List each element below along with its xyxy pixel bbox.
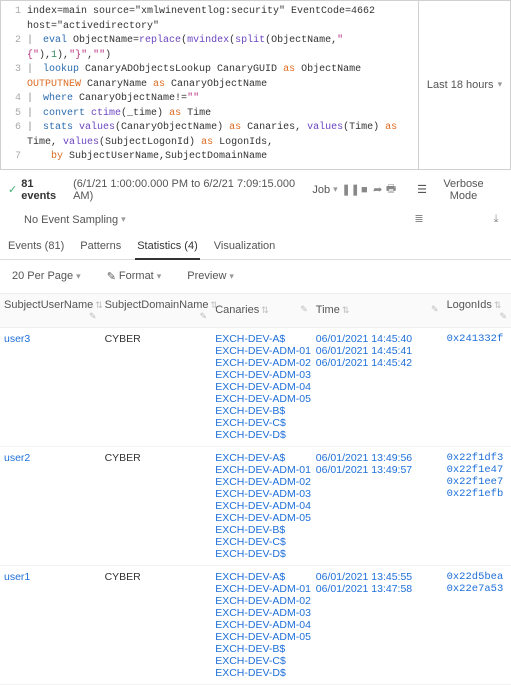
cell-user[interactable]: user3 [0, 327, 101, 446]
cell-user[interactable]: user1 [0, 565, 101, 684]
time-range-label: Last 18 hours [427, 79, 494, 91]
results-table: SubjectUserName⇅✎SubjectDomainName⇅✎Cana… [0, 293, 511, 685]
tab-visualization[interactable]: Visualization [212, 234, 278, 259]
per-page[interactable]: 20 Per Page [6, 268, 87, 285]
line-number: 5 [7, 107, 21, 122]
line-number: 1 [7, 5, 21, 34]
cell-time: 06/01/2021 13:45:5506/01/2021 13:47:58 [312, 565, 443, 684]
col-time[interactable]: Time⇅✎ [312, 293, 443, 327]
pause-icon[interactable]: ❚❚ [344, 183, 358, 197]
search-bar: 1index=main source="xmlwineventlog:secur… [0, 0, 511, 170]
result-tabs: Events (81) Patterns Statistics (4) Visuali… [0, 234, 511, 260]
search-status-bar: ✓ 81 events (6/1/21 1:00:00.000 PM to 6/… [0, 170, 511, 210]
time-range-picker[interactable]: Last 18 hours [418, 1, 510, 169]
cell-user[interactable]: user2 [0, 446, 101, 565]
col-subjectusername[interactable]: SubjectUserName⇅✎ [0, 293, 101, 327]
list-icon[interactable]: ≣ [412, 212, 426, 226]
stop-icon[interactable]: ■ [358, 183, 371, 197]
search-mode[interactable]: ☰ Verbose Mode [411, 176, 503, 204]
cell-logonids: 0x22d5bea0x22e7a53 [443, 565, 511, 684]
share-icon[interactable]: ➦ [371, 183, 384, 197]
table-row: user1CYBEREXCH-DEV-A$EXCH-DEV-ADM-01EXCH… [0, 565, 511, 684]
tab-events-[interactable]: Events (81) [6, 234, 66, 259]
cell-time: 06/01/2021 14:45:4006/01/2021 14:45:4106… [312, 327, 443, 446]
cell-logonids: 0x241332f [443, 327, 511, 446]
cell-logonids: 0x22f1df30x22f1e470x22f1ee70x22f1efb [443, 446, 511, 565]
cell-canaries: EXCH-DEV-A$EXCH-DEV-ADM-01EXCH-DEV-ADM-0… [211, 446, 312, 565]
line-number: 2 [7, 34, 21, 63]
event-count: 81 events [21, 178, 69, 202]
event-sampling[interactable]: No Event Sampling [18, 212, 132, 228]
line-number: 4 [7, 92, 21, 107]
table-row: user3CYBEREXCH-DEV-A$EXCH-DEV-ADM-01EXCH… [0, 327, 511, 446]
time-range-text: (6/1/21 1:00:00.000 PM to 6/2/21 7:09:15… [73, 178, 306, 202]
print-icon[interactable]: 🖶 [384, 183, 397, 197]
results-toolbar: 20 Per Page ✎ Format Preview [0, 260, 511, 293]
line-number: 6 [7, 121, 21, 150]
preview-menu[interactable]: Preview [181, 268, 240, 285]
download-icon[interactable]: ⤓ [489, 213, 503, 227]
cell-time: 06/01/2021 13:49:5606/01/2021 13:49:57 [312, 446, 443, 565]
col-logonids[interactable]: LogonIds⇅✎ [443, 293, 511, 327]
table-row: user2CYBEREXCH-DEV-A$EXCH-DEV-ADM-01EXCH… [0, 446, 511, 565]
col-canaries[interactable]: Canaries⇅✎ [211, 293, 312, 327]
line-number: 3 [7, 63, 21, 92]
search-input[interactable]: 1index=main source="xmlwineventlog:secur… [1, 1, 418, 169]
tab-statistics-[interactable]: Statistics (4) [135, 234, 200, 260]
line-number: 7 [7, 150, 21, 165]
cell-canaries: EXCH-DEV-A$EXCH-DEV-ADM-01EXCH-DEV-ADM-0… [211, 327, 312, 446]
cell-canaries: EXCH-DEV-A$EXCH-DEV-ADM-01EXCH-DEV-ADM-0… [211, 565, 312, 684]
check-icon: ✓ [8, 183, 17, 196]
cell-domain: CYBER [101, 327, 212, 446]
cell-domain: CYBER [101, 565, 212, 684]
tab-patterns[interactable]: Patterns [78, 234, 123, 259]
job-menu[interactable]: Job [306, 182, 343, 198]
cell-domain: CYBER [101, 446, 212, 565]
col-subjectdomainname[interactable]: SubjectDomainName⇅✎ [101, 293, 212, 327]
format-menu[interactable]: ✎ Format [101, 268, 168, 285]
